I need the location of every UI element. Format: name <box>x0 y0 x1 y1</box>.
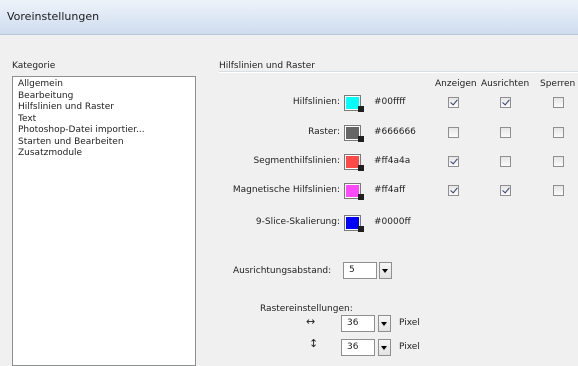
category-list[interactable]: Allgemein Bearbeitung Hilfslinien und Ra… <box>12 76 196 366</box>
color-swatch-hilfslinien[interactable] <box>344 95 364 112</box>
swatch-dropdown-icon <box>358 136 364 142</box>
checkbox-segmenthilfslinien-ausrichten[interactable] <box>500 156 511 167</box>
grid-height-unit: Pixel <box>399 342 420 352</box>
section-divider <box>219 71 578 73</box>
hex-value-9-slice-skalierung: #0000ff <box>374 217 411 227</box>
category-item-bearbeitung[interactable]: Bearbeitung <box>13 91 195 103</box>
row-label-9-slice-skalierung: 9-Slice-Skalierung: <box>255 217 340 227</box>
checkbox-magnetische-hilfslinien-sperren[interactable] <box>553 185 564 196</box>
row-label-segmenthilfslinien: Segmenthilfslinien: <box>253 156 340 166</box>
color-swatch-9-slice-skalierung[interactable] <box>344 215 364 232</box>
column-header-ausrichten: Ausrichten <box>481 79 530 89</box>
horizontal-arrow-icon: ↔ <box>306 315 316 328</box>
color-swatch-raster[interactable] <box>344 125 364 142</box>
color-swatch-segmenthilfslinien[interactable] <box>344 154 364 171</box>
checkbox-hilfslinien-anzeigen[interactable] <box>448 97 459 108</box>
column-header-anzeigen: Anzeigen <box>435 79 477 89</box>
category-item-text[interactable]: Text <box>13 114 195 126</box>
swatch-dropdown-icon <box>358 165 364 171</box>
hex-value-magnetische-hilfslinien: #ff4aff <box>374 185 406 195</box>
category-item-hilfslinien-und-raster[interactable]: Hilfslinien und Raster <box>13 102 195 114</box>
row-label-raster: Raster: <box>308 127 340 137</box>
hex-value-hilfslinien: #00ffff <box>374 97 406 107</box>
snap-distance-select[interactable]: 5 <box>343 262 377 279</box>
grid-height-dropdown-button[interactable] <box>378 339 391 356</box>
section-title: Hilfslinien und Raster <box>219 61 315 71</box>
grid-settings-label: Rastereinstellungen: <box>260 304 353 314</box>
snap-distance-dropdown-button[interactable] <box>379 262 392 279</box>
category-item-zusatzmodule[interactable]: Zusatzmodule <box>13 148 195 160</box>
checkbox-raster-sperren[interactable] <box>553 127 564 138</box>
column-header-sperren: Sperren <box>540 79 576 89</box>
checkbox-hilfslinien-ausrichten[interactable] <box>500 97 511 108</box>
category-item-allgemein[interactable]: Allgemein <box>13 79 195 91</box>
swatch-dropdown-icon <box>358 226 364 232</box>
grid-height-input[interactable]: 36 <box>341 339 375 356</box>
hex-value-raster: #666666 <box>374 127 416 137</box>
checkbox-magnetische-hilfslinien-ausrichten[interactable] <box>500 185 511 196</box>
vertical-arrow-icon: ↕ <box>309 337 319 350</box>
grid-width-dropdown-button[interactable] <box>378 315 391 332</box>
swatch-dropdown-icon <box>358 194 364 200</box>
checkbox-hilfslinien-sperren[interactable] <box>553 97 564 108</box>
checkbox-magnetische-hilfslinien-anzeigen[interactable] <box>448 185 459 196</box>
title-bar: Voreinstellungen <box>0 0 578 35</box>
category-item-starten-und-bearbeiten[interactable]: Starten und Bearbeiten <box>13 137 195 149</box>
category-item-photoshop-import[interactable]: Photoshop-Datei importier... <box>13 125 195 137</box>
checkbox-segmenthilfslinien-anzeigen[interactable] <box>448 156 459 167</box>
checkbox-raster-ausrichten[interactable] <box>500 127 511 138</box>
checkbox-segmenthilfslinien-sperren[interactable] <box>553 156 564 167</box>
window-title: Voreinstellungen <box>7 10 100 23</box>
swatch-dropdown-icon <box>358 106 364 112</box>
row-label-hilfslinien: Hilfslinien: <box>292 97 340 107</box>
category-label: Kategorie <box>12 61 56 71</box>
hex-value-segmenthilfslinien: #ff4a4a <box>374 156 411 166</box>
color-swatch-magnetische-hilfslinien[interactable] <box>344 183 364 200</box>
checkbox-raster-anzeigen[interactable] <box>448 127 459 138</box>
row-label-magnetische-hilfslinien: Magnetische Hilfslinien: <box>232 185 340 195</box>
grid-width-input[interactable]: 36 <box>341 315 375 332</box>
snap-distance-label: Ausrichtungsabstand: <box>233 266 332 276</box>
grid-width-unit: Pixel <box>399 318 420 328</box>
